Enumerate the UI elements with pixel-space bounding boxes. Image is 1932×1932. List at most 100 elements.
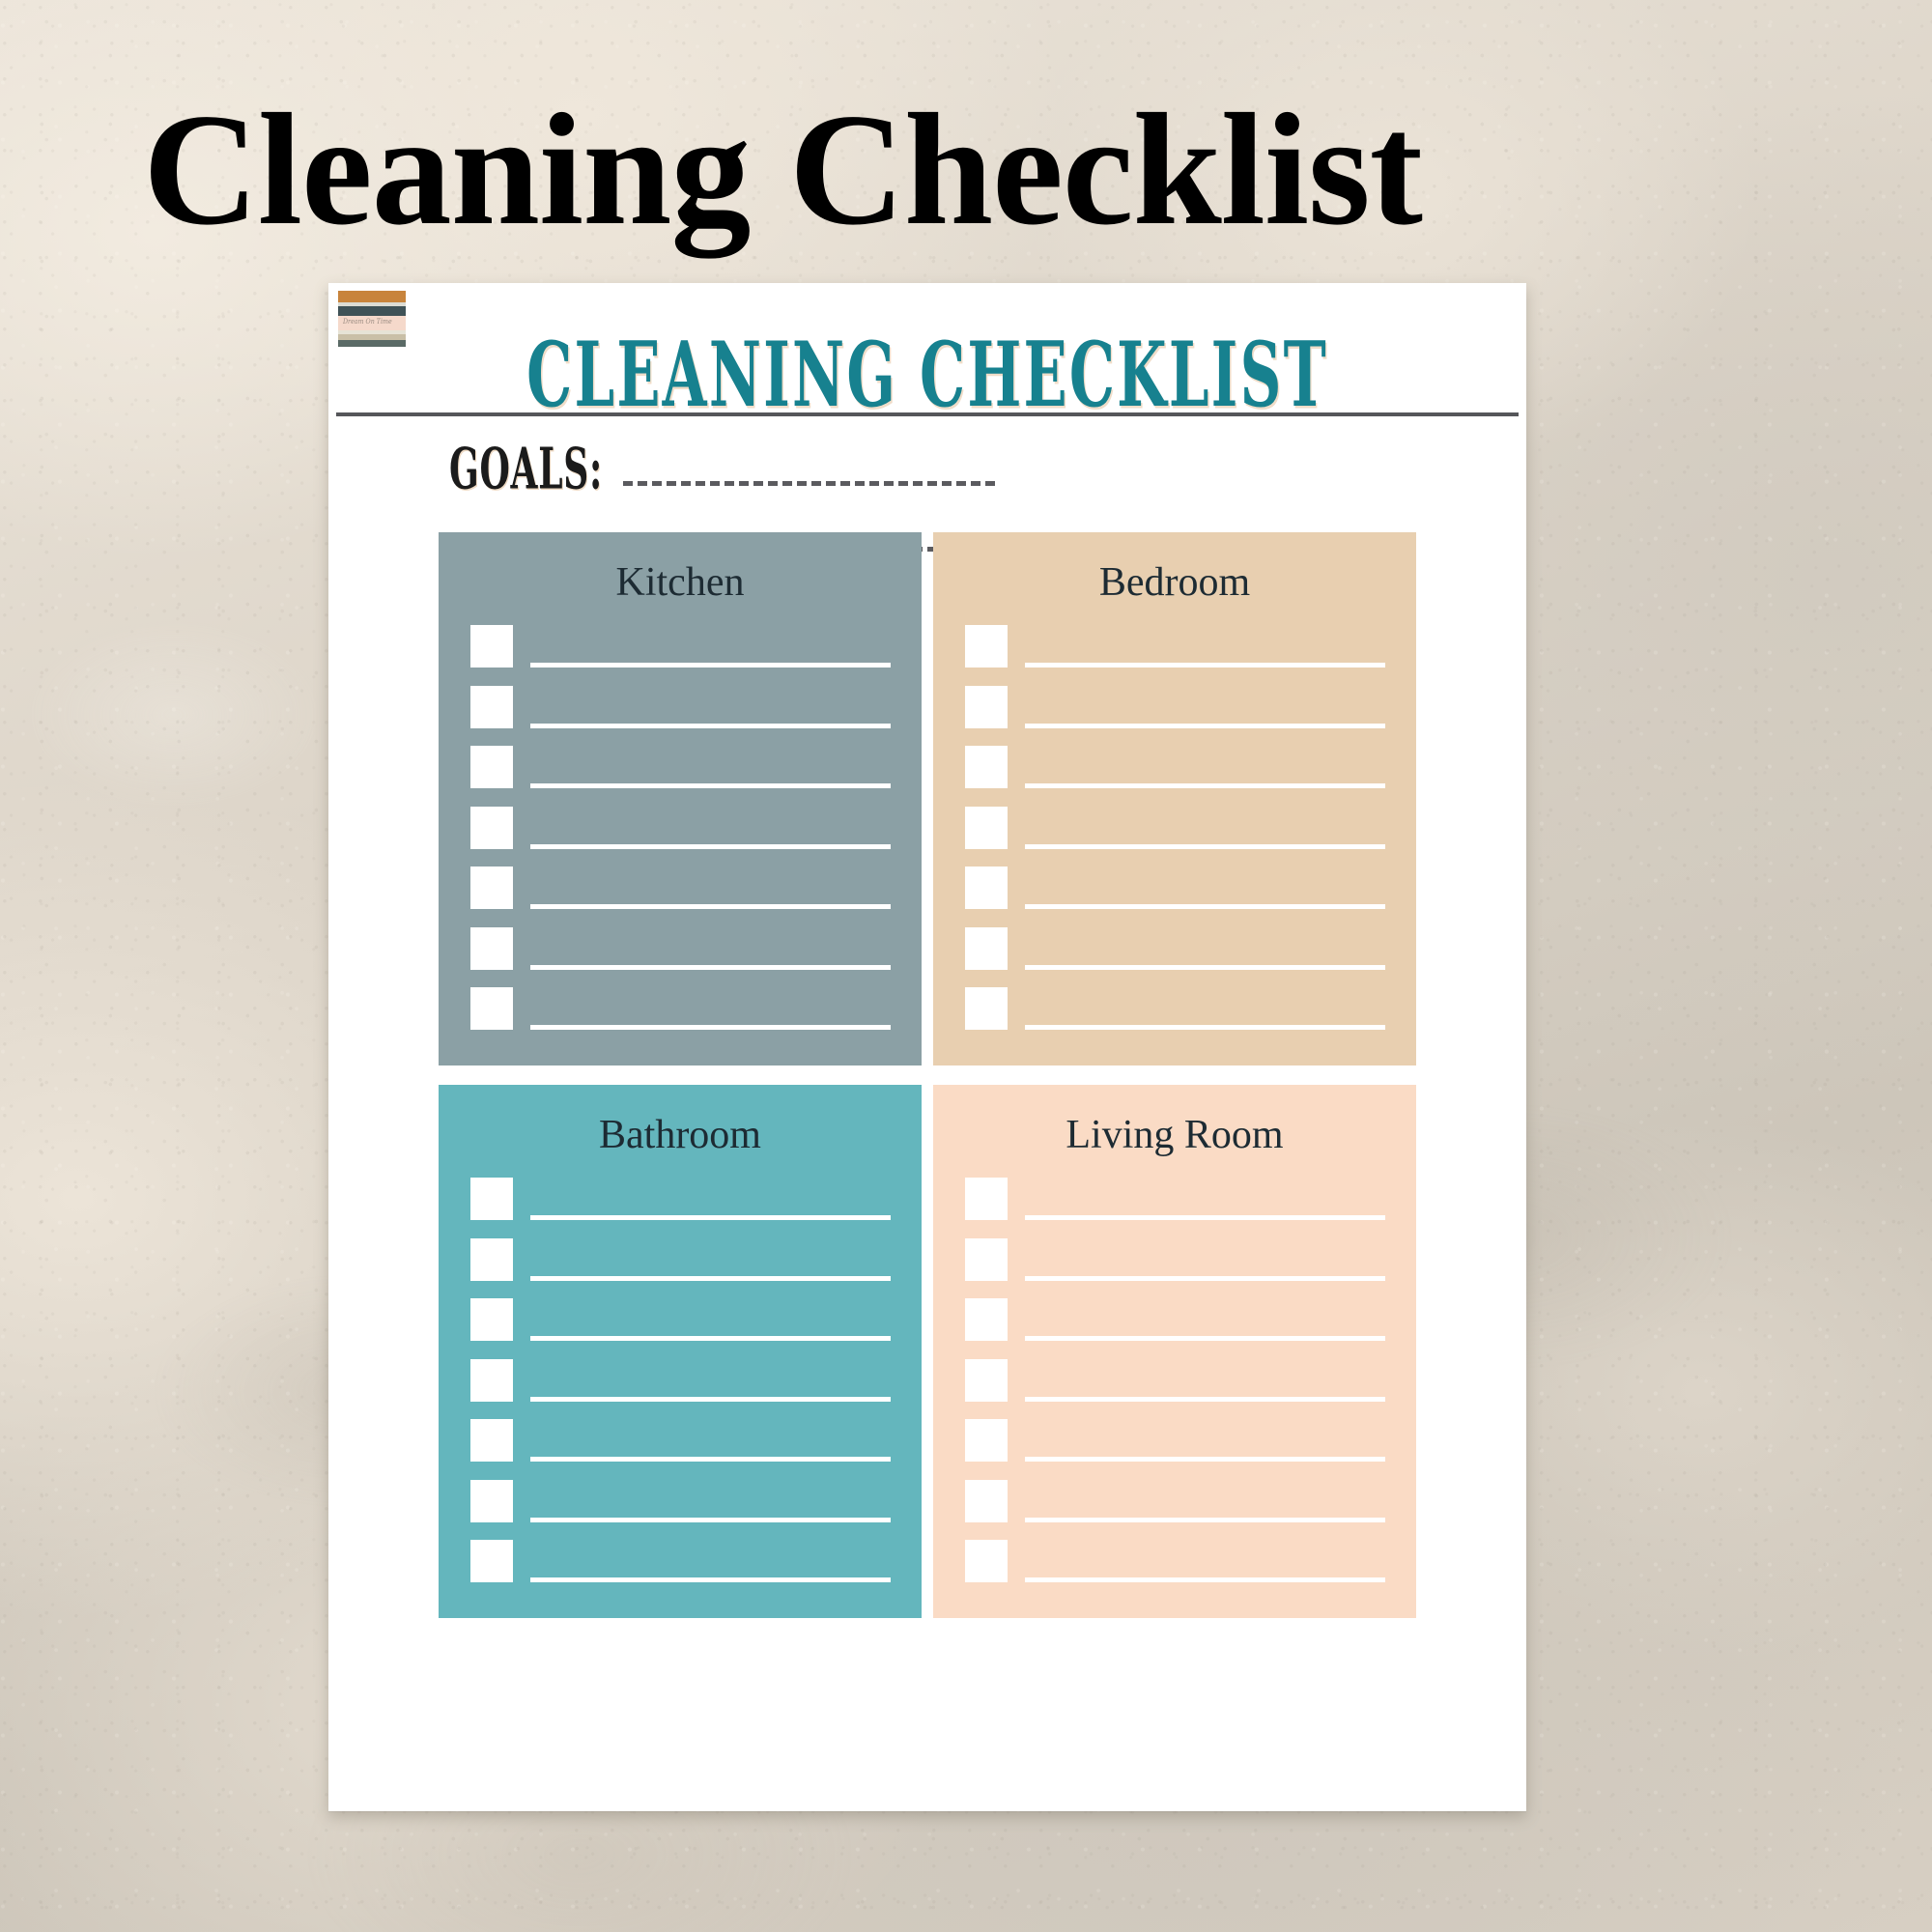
logo-script-text: Dream On Time xyxy=(343,318,392,326)
checklist-row xyxy=(439,1177,922,1227)
checklist-row xyxy=(933,1479,1416,1529)
checkbox-icon[interactable] xyxy=(965,806,1008,849)
checklist-row xyxy=(933,685,1416,735)
checklist-write-line[interactable] xyxy=(530,964,891,970)
sheet-title: CLEANING CHECKLIST xyxy=(526,322,1328,428)
checkbox-icon[interactable] xyxy=(470,987,513,1030)
checkbox-icon[interactable] xyxy=(470,746,513,788)
checklist-row xyxy=(933,1177,1416,1227)
checklist-write-line[interactable] xyxy=(1025,663,1385,668)
checklist-write-line[interactable] xyxy=(530,1025,891,1030)
logo-stripe-dark-green xyxy=(338,340,406,347)
checkbox-icon[interactable] xyxy=(470,1178,513,1220)
checklist-row xyxy=(439,1237,922,1288)
checklist-write-line[interactable] xyxy=(530,723,891,728)
checklist-write-line[interactable] xyxy=(1025,964,1385,970)
checkbox-icon[interactable] xyxy=(470,1479,513,1522)
checkbox-icon[interactable] xyxy=(965,1358,1008,1402)
checkbox-icon[interactable] xyxy=(470,1298,513,1341)
room-card-title-bedroom: Bedroom xyxy=(1098,560,1251,605)
printable-sheet: Dream On Time CLEANING CHECKLIST GOALS: … xyxy=(328,283,1526,1811)
checklist-write-line[interactable] xyxy=(530,1517,891,1522)
goals-write-line-1[interactable] xyxy=(623,481,995,486)
checklist-write-line[interactable] xyxy=(530,1336,891,1341)
checklist-row xyxy=(439,1297,922,1348)
poster-canvas: Cleaning Checklist Dream On Time CLEANIN… xyxy=(0,0,1932,1932)
checkbox-icon[interactable] xyxy=(965,1540,1008,1582)
logo-stripe-dark-slate xyxy=(338,306,406,316)
checklist-row xyxy=(439,685,922,735)
goals-label: GOALS: xyxy=(449,435,603,502)
checklist-row xyxy=(933,1539,1416,1589)
room-card-title-bathroom: Bathroom xyxy=(599,1113,761,1157)
checkbox-icon[interactable] xyxy=(470,867,513,909)
room-card-living-room: Living Room xyxy=(933,1085,1416,1618)
checklist-row xyxy=(439,926,922,977)
checkbox-icon[interactable] xyxy=(470,926,513,970)
checklist-row xyxy=(933,1358,1416,1408)
checkbox-icon[interactable] xyxy=(470,1540,513,1582)
checklist-write-line[interactable] xyxy=(530,1215,891,1220)
checklist-write-line[interactable] xyxy=(1025,1275,1385,1281)
checkbox-icon[interactable] xyxy=(965,1178,1008,1220)
checklist-write-line[interactable] xyxy=(530,904,891,909)
checkbox-icon[interactable] xyxy=(470,625,513,668)
checklist-write-line[interactable] xyxy=(1025,1215,1385,1220)
checkbox-icon[interactable] xyxy=(965,987,1008,1030)
checkbox-icon[interactable] xyxy=(965,1237,1008,1281)
room-card-rows-kitchen xyxy=(439,624,922,1037)
checklist-row xyxy=(439,866,922,916)
logo-stripe-peach: Dream On Time xyxy=(338,316,406,330)
checklist-row xyxy=(439,1418,922,1468)
room-card-rows-living-room xyxy=(933,1177,1416,1589)
checklist-row xyxy=(439,1539,922,1589)
checklist-row xyxy=(933,866,1416,916)
checkbox-icon[interactable] xyxy=(965,1298,1008,1341)
checklist-row xyxy=(439,624,922,674)
checklist-row xyxy=(933,1237,1416,1288)
checklist-write-line[interactable] xyxy=(530,1275,891,1281)
checkbox-icon[interactable] xyxy=(965,1419,1008,1462)
goals-section: GOALS: xyxy=(328,435,1526,552)
checklist-write-line[interactable] xyxy=(1025,1517,1385,1522)
checklist-write-line[interactable] xyxy=(1025,904,1385,909)
room-card-title-kitchen: Kitchen xyxy=(615,560,745,605)
checklist-write-line[interactable] xyxy=(1025,723,1385,728)
checkbox-icon[interactable] xyxy=(965,1479,1008,1522)
checklist-row xyxy=(933,806,1416,856)
room-card-rows-bedroom xyxy=(933,624,1416,1037)
checkbox-icon[interactable] xyxy=(965,685,1008,728)
checkbox-icon[interactable] xyxy=(965,926,1008,970)
checkbox-icon[interactable] xyxy=(470,806,513,849)
checklist-write-line[interactable] xyxy=(1025,1336,1385,1341)
checkbox-icon[interactable] xyxy=(470,1237,513,1281)
checklist-write-line[interactable] xyxy=(1025,843,1385,849)
checklist-row xyxy=(439,806,922,856)
checklist-write-line[interactable] xyxy=(530,663,891,668)
checklist-write-line[interactable] xyxy=(1025,1025,1385,1030)
checklist-row xyxy=(933,986,1416,1037)
room-card-title-living-room: Living Room xyxy=(1065,1113,1284,1157)
striped-brand-logo-icon: Dream On Time xyxy=(338,291,406,347)
room-card-rows-bathroom xyxy=(439,1177,922,1589)
checklist-write-line[interactable] xyxy=(530,1577,891,1582)
checkbox-icon[interactable] xyxy=(470,1419,513,1462)
checklist-row xyxy=(933,624,1416,674)
checklist-write-line[interactable] xyxy=(530,1396,891,1402)
checkbox-icon[interactable] xyxy=(965,746,1008,788)
checkbox-icon[interactable] xyxy=(965,625,1008,668)
checklist-write-line[interactable] xyxy=(530,783,891,788)
checklist-write-line[interactable] xyxy=(530,1457,891,1462)
checklist-row xyxy=(933,926,1416,977)
checklist-write-line[interactable] xyxy=(1025,783,1385,788)
checklist-write-line[interactable] xyxy=(530,843,891,849)
checklist-write-line[interactable] xyxy=(1025,1396,1385,1402)
room-card-grid: Kitchen Bedroom Bathroom Living Room xyxy=(328,532,1526,1618)
checkbox-icon[interactable] xyxy=(470,1358,513,1402)
checklist-write-line[interactable] xyxy=(1025,1577,1385,1582)
checklist-write-line[interactable] xyxy=(1025,1457,1385,1462)
checkbox-icon[interactable] xyxy=(470,685,513,728)
checkbox-icon[interactable] xyxy=(965,867,1008,909)
checklist-row xyxy=(439,1358,922,1408)
checklist-row xyxy=(933,1297,1416,1348)
